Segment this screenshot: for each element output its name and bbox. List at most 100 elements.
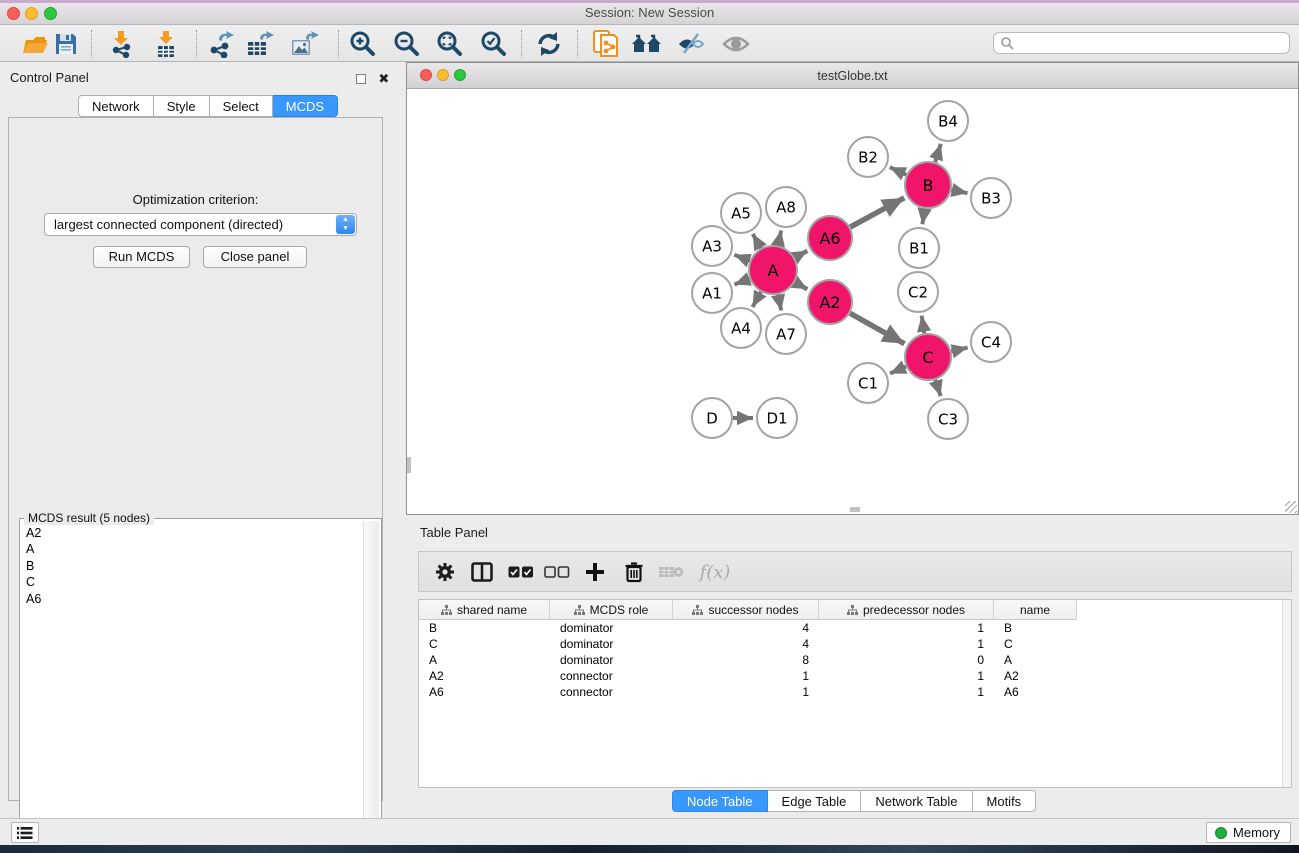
edge-A-A5[interactable] (753, 234, 761, 248)
zoom-in-icon[interactable] (345, 29, 379, 59)
mcds-result-scrollbar[interactable] (363, 521, 379, 848)
table-row[interactable]: Adominator80A (419, 652, 1291, 668)
cell-shared-name[interactable]: A2 (419, 668, 550, 684)
add-row-icon[interactable] (579, 557, 611, 587)
mcds-result-item[interactable]: A2 (26, 525, 41, 541)
edge-A-A4[interactable] (753, 292, 761, 307)
search-input[interactable] (1014, 36, 1289, 50)
zoom-fit-icon[interactable] (432, 29, 466, 59)
edge-A-A2[interactable] (795, 282, 808, 289)
delete-row-icon[interactable] (618, 557, 650, 587)
search-field[interactable] (993, 32, 1290, 54)
cell-predecessor-nodes[interactable]: 1 (819, 668, 994, 684)
cell-name[interactable]: B (994, 620, 1077, 636)
mcds-result-item[interactable]: A6 (26, 591, 41, 607)
apply-layout-icon[interactable] (532, 29, 566, 59)
column-header-successor-nodes[interactable]: successor nodes (673, 600, 819, 620)
table-row[interactable]: Cdominator41C (419, 636, 1291, 652)
import-network-icon[interactable] (104, 29, 138, 59)
edge-A-A7[interactable] (778, 294, 781, 310)
cell-shared-name[interactable]: A (419, 652, 550, 668)
show-panels-list-button[interactable] (11, 822, 39, 843)
window-resize-grip[interactable] (1285, 501, 1297, 513)
zoom-out-icon[interactable] (389, 29, 423, 59)
close-panel-button[interactable]: Close panel (203, 246, 307, 268)
column-header-MCDS-role[interactable]: MCDS role (550, 600, 673, 620)
edge-A2-C[interactable] (850, 313, 904, 344)
cell-name[interactable]: A6 (994, 684, 1077, 700)
network-graph[interactable]: AA6A2BCA5A8A3A1A4A7B2B4B3B1C2C4C1C3DD1 (407, 89, 1298, 513)
cell-successor-nodes[interactable]: 8 (673, 652, 819, 668)
column-header-predecessor-nodes[interactable]: predecessor nodes (819, 600, 994, 620)
cell-MCDS-role[interactable]: dominator (550, 636, 673, 652)
cell-MCDS-role[interactable]: dominator (550, 620, 673, 636)
cell-MCDS-role[interactable]: dominator (550, 652, 673, 668)
export-table-icon[interactable] (244, 29, 278, 59)
cell-successor-nodes[interactable]: 4 (673, 620, 819, 636)
mcds-result-item[interactable]: B (26, 558, 41, 574)
cell-name[interactable]: A2 (994, 668, 1077, 684)
optimization-criterion-dropdown[interactable]: largest connected component (directed) ▲… (44, 213, 357, 236)
tab-motifs[interactable]: Motifs (973, 790, 1037, 812)
cell-name[interactable]: C (994, 636, 1077, 652)
close-panel-icon[interactable]: ✖ (378, 71, 389, 86)
open-file-icon[interactable] (18, 29, 52, 59)
memory-button[interactable]: Memory (1206, 822, 1291, 843)
new-network-from-selection-icon[interactable] (589, 29, 623, 59)
cell-successor-nodes[interactable]: 1 (673, 668, 819, 684)
table-scrollbar[interactable] (1282, 600, 1291, 787)
cell-predecessor-nodes[interactable]: 1 (819, 684, 994, 700)
zoom-selected-icon[interactable] (476, 29, 510, 59)
edge-A-A1[interactable] (734, 279, 749, 285)
cell-MCDS-role[interactable]: connector (550, 668, 673, 684)
cell-successor-nodes[interactable]: 4 (673, 636, 819, 652)
mcds-result-item[interactable]: C (26, 574, 41, 590)
edge-A-A3[interactable] (734, 255, 749, 261)
export-network-icon[interactable] (204, 29, 238, 59)
table-row[interactable]: A6connector11A6 (419, 684, 1291, 700)
show-all-icon[interactable] (719, 29, 753, 59)
cell-name[interactable]: A (994, 652, 1077, 668)
tab-edge-table[interactable]: Edge Table (768, 790, 862, 812)
cell-predecessor-nodes[interactable]: 1 (819, 636, 994, 652)
show-columns-icon[interactable] (466, 557, 498, 587)
cell-predecessor-nodes[interactable]: 1 (819, 620, 994, 636)
mcds-result-list[interactable]: A2ABCA6 (22, 525, 41, 607)
first-neighbors-icon[interactable] (630, 29, 664, 59)
column-header-shared-name[interactable]: shared name (419, 600, 550, 620)
float-panel-icon[interactable] (356, 74, 366, 84)
canvas-horizontal-scroll-nub[interactable] (850, 507, 860, 512)
edge-A-A6[interactable] (795, 251, 808, 258)
select-all-icon[interactable] (505, 557, 537, 587)
edge-C-C4[interactable] (951, 348, 967, 352)
table-row[interactable]: Bdominator41B (419, 620, 1291, 636)
edge-B-B3[interactable] (952, 190, 968, 193)
edge-B-B1[interactable] (922, 209, 924, 224)
canvas-vertical-scroll-nub[interactable] (407, 457, 411, 473)
deselect-all-icon[interactable] (541, 557, 573, 587)
tab-style[interactable]: Style (154, 95, 210, 117)
tab-network-table[interactable]: Network Table (861, 790, 972, 812)
tab-node-table[interactable]: Node Table (672, 790, 768, 812)
cell-shared-name[interactable]: C (419, 636, 550, 652)
edge-C-C2[interactable] (922, 316, 925, 334)
edge-C-C3[interactable] (935, 380, 940, 396)
network-canvas[interactable]: AA6A2BCA5A8A3A1A4A7B2B4B3B1C2C4C1C3DD1 (407, 89, 1298, 513)
column-header-name[interactable]: name (994, 600, 1077, 620)
cell-successor-nodes[interactable]: 1 (673, 684, 819, 700)
tab-network[interactable]: Network (78, 95, 154, 117)
cell-shared-name[interactable]: B (419, 620, 550, 636)
export-image-icon[interactable] (288, 29, 322, 59)
hide-selected-icon[interactable] (674, 29, 708, 59)
edge-C-C1[interactable] (890, 367, 906, 374)
edge-A-A8[interactable] (778, 231, 781, 246)
edge-A6-B[interactable] (850, 198, 904, 227)
edge-B-B4[interactable] (935, 144, 941, 162)
tab-select[interactable]: Select (210, 95, 273, 117)
cell-shared-name[interactable]: A6 (419, 684, 550, 700)
import-table-icon[interactable] (149, 29, 183, 59)
save-session-icon[interactable] (49, 29, 83, 59)
mcds-result-item[interactable]: A (26, 541, 41, 557)
table-row[interactable]: A2connector11A2 (419, 668, 1291, 684)
edge-B-B2[interactable] (890, 167, 907, 175)
